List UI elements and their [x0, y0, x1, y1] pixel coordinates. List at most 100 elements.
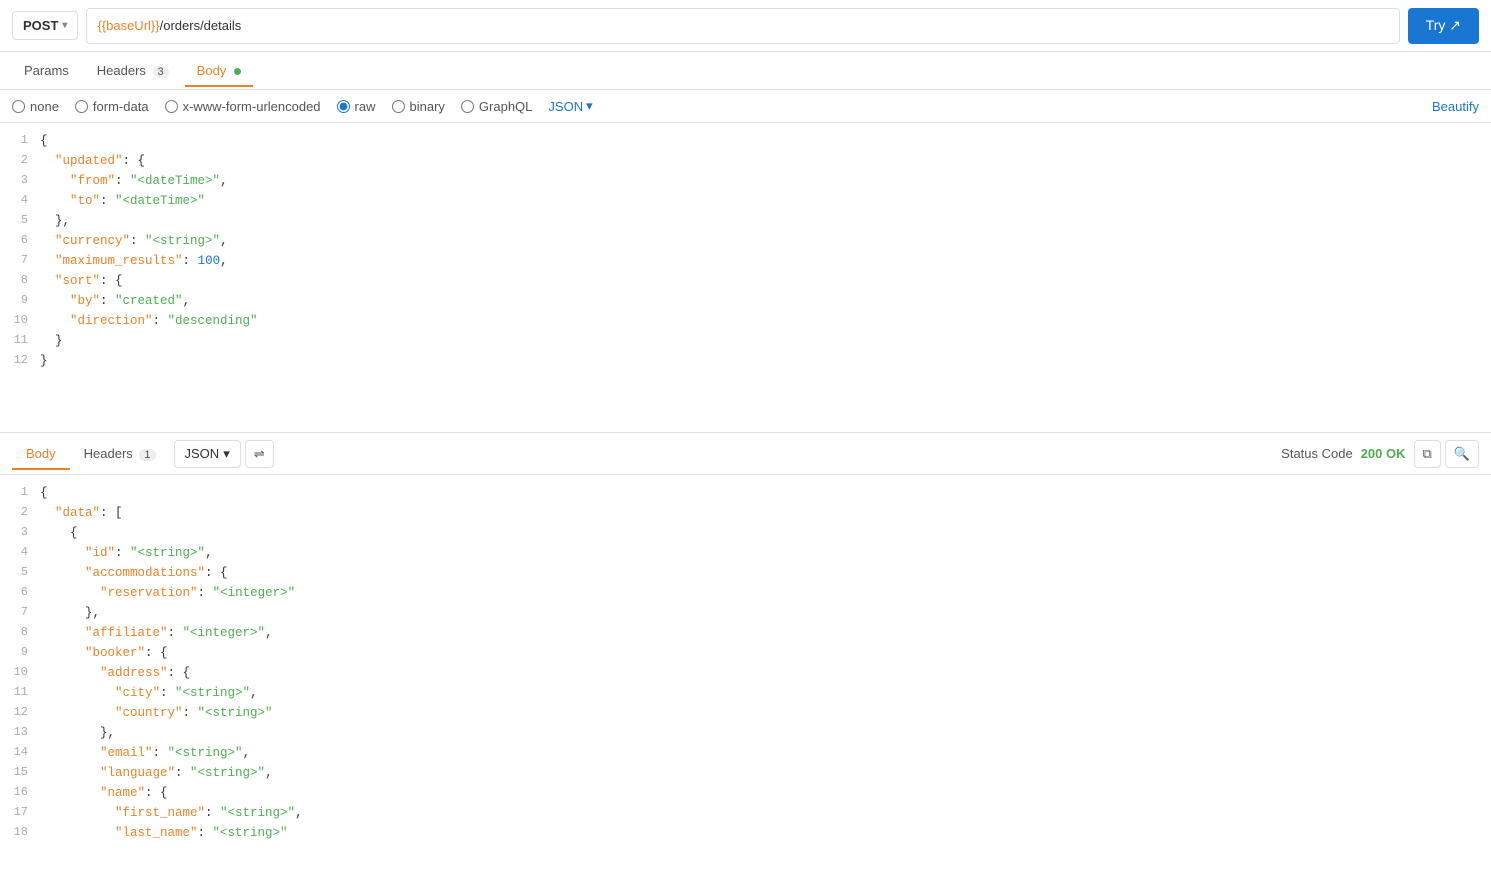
radio-binary[interactable]: binary	[392, 99, 445, 114]
line-number: 1	[0, 483, 40, 502]
tab-body[interactable]: Body	[185, 55, 253, 86]
json-format-dropdown[interactable]: JSON ▾	[548, 98, 592, 114]
table-row: 9 "booker": {	[0, 643, 1491, 663]
radio-graphql[interactable]: GraphQL	[461, 99, 532, 114]
table-row: 15 "language": "<string>",	[0, 763, 1491, 783]
url-bar[interactable]: {{baseUrl}}/orders/details	[86, 8, 1399, 44]
table-row: 16 "name": {	[0, 783, 1491, 803]
body-dot	[234, 68, 241, 75]
line-number: 9	[0, 643, 40, 662]
line-content: "name": {	[40, 783, 1491, 803]
line-number: 11	[0, 331, 40, 350]
table-row: 3 {	[0, 523, 1491, 543]
radio-urlencoded[interactable]: x-www-form-urlencoded	[165, 99, 321, 114]
line-number: 14	[0, 743, 40, 762]
table-row: 5 },	[0, 211, 1491, 231]
request-body-editor[interactable]: 1{2 "updated": {3 "from": "<dateTime>",4…	[0, 123, 1491, 433]
method-chevron-icon: ▾	[62, 20, 67, 31]
table-row: 2 "data": [	[0, 503, 1491, 523]
line-number: 15	[0, 763, 40, 782]
line-number: 12	[0, 351, 40, 370]
resp-filter-button[interactable]: ⇌	[245, 440, 274, 468]
try-button[interactable]: Try ↗	[1408, 8, 1479, 44]
line-content: "currency": "<string>",	[40, 231, 1491, 251]
radio-none[interactable]: none	[12, 99, 59, 114]
line-content: "city": "<string>",	[40, 683, 1491, 703]
line-content: }	[40, 331, 1491, 351]
line-number: 6	[0, 583, 40, 602]
search-response-button[interactable]: 🔍	[1445, 440, 1479, 468]
table-row: 8 "affiliate": "<integer>",	[0, 623, 1491, 643]
line-content: },	[40, 603, 1491, 623]
line-content: }	[40, 351, 1491, 371]
line-content: "reservation": "<integer>"	[40, 583, 1491, 603]
table-row: 3 "from": "<dateTime>",	[0, 171, 1491, 191]
resp-tab-body[interactable]: Body	[12, 438, 70, 469]
resp-format-dropdown[interactable]: JSON ▾	[174, 440, 241, 468]
line-content: {	[40, 523, 1491, 543]
status-value: 200 OK	[1361, 446, 1406, 461]
line-content: "email": "<string>",	[40, 743, 1491, 763]
headers-badge: 3	[153, 66, 169, 78]
resp-headers-badge: 1	[139, 449, 155, 461]
line-content: },	[40, 211, 1491, 231]
table-row: 8 "sort": {	[0, 271, 1491, 291]
line-number: 17	[0, 803, 40, 822]
line-number: 5	[0, 211, 40, 230]
line-number: 13	[0, 723, 40, 742]
line-number: 10	[0, 311, 40, 330]
table-row: 11 }	[0, 331, 1491, 351]
table-row: 4 "to": "<dateTime>"	[0, 191, 1491, 211]
table-row: 6 "currency": "<string>",	[0, 231, 1491, 251]
url-path: /orders/details	[160, 18, 242, 33]
line-number: 8	[0, 271, 40, 290]
line-content: "direction": "descending"	[40, 311, 1491, 331]
radio-row: none form-data x-www-form-urlencoded raw…	[0, 90, 1491, 123]
line-number: 7	[0, 251, 40, 270]
beautify-button[interactable]: Beautify	[1432, 99, 1479, 114]
table-row: 12 "country": "<string>"	[0, 703, 1491, 723]
line-number: 4	[0, 191, 40, 210]
line-content: "address": {	[40, 663, 1491, 683]
table-row: 6 "reservation": "<integer>"	[0, 583, 1491, 603]
line-content: "first_name": "<string>",	[40, 803, 1491, 823]
table-row: 13 },	[0, 723, 1491, 743]
resp-tab-headers[interactable]: Headers 1	[70, 438, 170, 469]
line-number: 8	[0, 623, 40, 642]
table-row: 10 "direction": "descending"	[0, 311, 1491, 331]
json-chevron-icon: ▾	[586, 98, 593, 114]
line-number: 11	[0, 683, 40, 702]
line-content: "accommodations": {	[40, 563, 1491, 583]
line-content: "maximum_results": 100,	[40, 251, 1491, 271]
status-code-area: Status Code 200 OK	[1281, 446, 1405, 461]
resp-format-chevron-icon: ▾	[223, 446, 230, 462]
table-row: 10 "address": {	[0, 663, 1491, 683]
url-baseurl: {{baseUrl}}	[97, 18, 159, 33]
line-content: "last_name": "<string>"	[40, 823, 1491, 843]
line-number: 18	[0, 823, 40, 842]
table-row: 4 "id": "<string>",	[0, 543, 1491, 563]
line-number: 4	[0, 543, 40, 562]
line-content: },	[40, 723, 1491, 743]
response-body-editor[interactable]: 1{2 "data": [3 {4 "id": "<string>",5 "ac…	[0, 475, 1491, 876]
method-dropdown[interactable]: POST ▾	[12, 11, 78, 40]
line-content: "country": "<string>"	[40, 703, 1491, 723]
line-content: "affiliate": "<integer>",	[40, 623, 1491, 643]
response-tabs-row: Body Headers 1 JSON ▾ ⇌ Status Code 200 …	[0, 433, 1491, 475]
table-row: 9 "by": "created",	[0, 291, 1491, 311]
line-number: 10	[0, 663, 40, 682]
copy-response-button[interactable]: ⧉	[1414, 440, 1441, 468]
line-content: "data": [	[40, 503, 1491, 523]
radio-raw[interactable]: raw	[337, 99, 376, 114]
line-number: 5	[0, 563, 40, 582]
tab-headers[interactable]: Headers 3	[85, 55, 181, 86]
line-content: {	[40, 483, 1491, 503]
line-number: 16	[0, 783, 40, 802]
table-row: 18 "last_name": "<string>"	[0, 823, 1491, 843]
line-number: 3	[0, 523, 40, 542]
radio-form-data[interactable]: form-data	[75, 99, 149, 114]
table-row: 12}	[0, 351, 1491, 371]
table-row: 7 "maximum_results": 100,	[0, 251, 1491, 271]
line-content: "by": "created",	[40, 291, 1491, 311]
tab-params[interactable]: Params	[12, 55, 81, 86]
